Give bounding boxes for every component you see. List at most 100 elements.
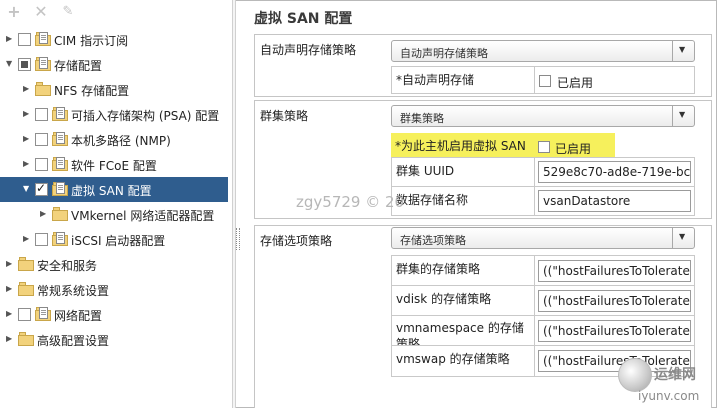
cluster-policy-dropdown-value: 群集策略 [400, 112, 444, 125]
storage-policy-value: (("hostFailuresToTolerate" i [543, 324, 691, 338]
tree-item-label: NFS 存储配置 [54, 84, 130, 98]
tree-item-label: 软件 FCoE 配置 [71, 159, 157, 173]
tree-item-label: 虚拟 SAN 配置 [71, 184, 152, 198]
expand-right-icon[interactable]: ▶ [6, 284, 14, 294]
tree-item-checkbox[interactable] [35, 108, 48, 121]
datastore-name-field[interactable]: vsanDatastore [538, 190, 691, 212]
cluster-uuid-value-cell: 529e8c70-ad8e-719e-bcc5 [534, 157, 695, 187]
pencil-icon[interactable]: ✎ [60, 4, 76, 20]
storage-policy-label-cell: 群集的存储策略 [391, 255, 535, 286]
storage-policy-label-cell: vmswap 的存储策略 [391, 345, 535, 377]
tree-item-checkbox[interactable] [35, 133, 48, 146]
storage-policy-value: (("hostFailuresToTolerate" i [543, 264, 691, 278]
expand-right-icon[interactable]: ▶ [23, 109, 31, 119]
tree-item-label: 安全和服务 [37, 259, 98, 273]
tree-item[interactable]: ▶ 高级配置设置 [0, 327, 228, 352]
storage-policy-label-cell: vdisk 的存储策略 [391, 285, 535, 316]
tree-item[interactable]: ▶ NFS 存储配置 [0, 77, 228, 102]
tree-item-checkbox[interactable] [35, 233, 48, 246]
auto-claim-dropdown[interactable]: 自动声明存储策略 [391, 40, 695, 62]
tree-item[interactable]: ▼ 虚拟 SAN 配置 [0, 177, 228, 202]
expand-down-icon[interactable]: ▼ [23, 184, 31, 194]
expand-right-icon[interactable]: ▶ [23, 234, 31, 244]
expand-right-icon[interactable]: ▶ [23, 134, 31, 144]
tree-item[interactable]: ▶ 安全和服务 [0, 252, 228, 277]
storage-options-dropdown[interactable]: 存储选项策略 [391, 227, 695, 249]
tree-item-label: CIM 指示订阅 [54, 34, 129, 48]
tree-item-checkbox[interactable] [18, 58, 31, 71]
profile-folder-icon [52, 157, 68, 171]
profile-folder-icon [52, 132, 68, 146]
storage-policy-field[interactable]: (("hostFailuresToTolerate" i [538, 260, 691, 282]
profile-tree-panel: + ✕ ✎ ▶ CIM 指示订阅 ▼ 存储配置 ▶ NFS 存储配置 ▶ 可插入存储架构 (P… [0, 0, 232, 408]
enable-vsan-checkbox[interactable] [538, 141, 550, 153]
folder-icon [52, 207, 68, 221]
plus-icon[interactable]: + [6, 4, 22, 20]
enable-vsan-enabled-label: 已启用 [555, 142, 592, 156]
tree-item[interactable]: ▶ iSCSI 启动器配置 [0, 227, 228, 252]
chevron-down-icon[interactable] [672, 228, 694, 248]
auto-claim-label: 自动声明存储策略 [260, 43, 357, 57]
cluster-uuid-field[interactable]: 529e8c70-ad8e-719e-bcc5 [538, 161, 691, 183]
chevron-down-icon[interactable] [672, 106, 694, 126]
tree-item-checkbox[interactable] [35, 181, 48, 196]
tree-item-checkbox[interactable] [18, 33, 31, 46]
expand-right-icon[interactable]: ▶ [23, 84, 31, 94]
tree-item-label: 可插入存储架构 (PSA) 配置 [71, 109, 220, 123]
expand-right-icon[interactable]: ▶ [6, 334, 14, 344]
tree-item[interactable]: ▶ 本机多路径 (NMP) [0, 127, 228, 152]
chevron-down-icon[interactable] [672, 41, 694, 61]
auto-claim-dropdown-value: 自动声明存储策略 [400, 47, 488, 60]
enable-vsan-label: *为此主机启用虚拟 SAN [395, 139, 526, 153]
tree-item[interactable]: ▶ 网络配置 [0, 302, 228, 327]
storage-policy-field[interactable]: (("hostFailuresToTolerate" i [538, 290, 691, 312]
auto-claim-row-label-cell: *自动声明存储 [391, 66, 535, 94]
expand-right-icon[interactable]: ▶ [6, 309, 14, 319]
cluster-uuid-value: 529e8c70-ad8e-719e-bcc5 [543, 165, 691, 179]
logo-text-en: iyunv.com [638, 389, 700, 403]
storage-policy-field[interactable]: (("hostFailuresToTolerate" i [538, 320, 691, 342]
profile-folder-icon [35, 32, 51, 46]
tree-item[interactable]: ▶ VMkernel 网络适配器配置 [0, 202, 228, 227]
folder-icon [18, 257, 34, 271]
watermark-text: zgy5729 © 20 [296, 193, 405, 211]
cluster-policy-dropdown[interactable]: 群集策略 [391, 105, 695, 127]
expand-right-icon[interactable]: ▶ [6, 259, 14, 269]
auto-claim-checkbox[interactable] [539, 75, 551, 87]
storage-policy-value-cell: (("hostFailuresToTolerate" i [534, 255, 695, 286]
expand-right-icon[interactable]: ▶ [6, 34, 14, 44]
tree-item[interactable]: ▼ 存储配置 [0, 52, 228, 77]
tree-item-checkbox[interactable] [18, 308, 31, 321]
storage-policy-label: 群集的存储策略 [396, 262, 481, 276]
page-title: 虚拟 SAN 配置 [254, 11, 353, 27]
storage-options-dropdown-value: 存储选项策略 [400, 234, 466, 247]
expand-right-icon[interactable]: ▶ [40, 209, 48, 219]
x-icon[interactable]: ✕ [33, 4, 49, 20]
tree-item-checkbox[interactable] [35, 158, 48, 171]
tree-item[interactable]: ▶ 软件 FCoE 配置 [0, 152, 228, 177]
tree-toolbar: + ✕ ✎ [0, 0, 232, 26]
datastore-name-label: 数据存储名称 [396, 193, 469, 207]
cluster-uuid-label: 群集 UUID [396, 164, 455, 178]
auto-claim-section: 自动声明存储策略 自动声明存储策略 *自动声明存储 已启用 [254, 34, 712, 97]
storage-options-label: 存储选项策略 [260, 234, 333, 248]
splitter-grip-icon[interactable] [236, 228, 240, 250]
auto-claim-enabled-label: 已启用 [557, 76, 594, 90]
tree-item-label: 本机多路径 (NMP) [71, 134, 171, 148]
datastore-label-cell: 数据存储名称 [391, 186, 535, 216]
folder-icon [18, 282, 34, 296]
expand-right-icon[interactable]: ▶ [23, 159, 31, 169]
storage-policy-label: vdisk 的存储策略 [396, 292, 492, 306]
panel-splitter[interactable] [232, 0, 236, 408]
cluster-policy-label: 群集策略 [260, 109, 309, 123]
folder-icon [35, 82, 51, 96]
expand-down-icon[interactable]: ▼ [6, 59, 14, 69]
profile-folder-icon [52, 232, 68, 246]
tree-item[interactable]: ▶ 常规系统设置 [0, 277, 228, 302]
tree-item[interactable]: ▶ 可插入存储架构 (PSA) 配置 [0, 102, 228, 127]
tree-item[interactable]: ▶ CIM 指示订阅 [0, 27, 228, 52]
datastore-value-cell: vsanDatastore [534, 186, 695, 216]
storage-policy-value-cell: (("hostFailuresToTolerate" i [534, 315, 695, 346]
site-logo: 运维网 iyunv.com [618, 358, 716, 406]
profile-folder-icon [35, 307, 51, 321]
